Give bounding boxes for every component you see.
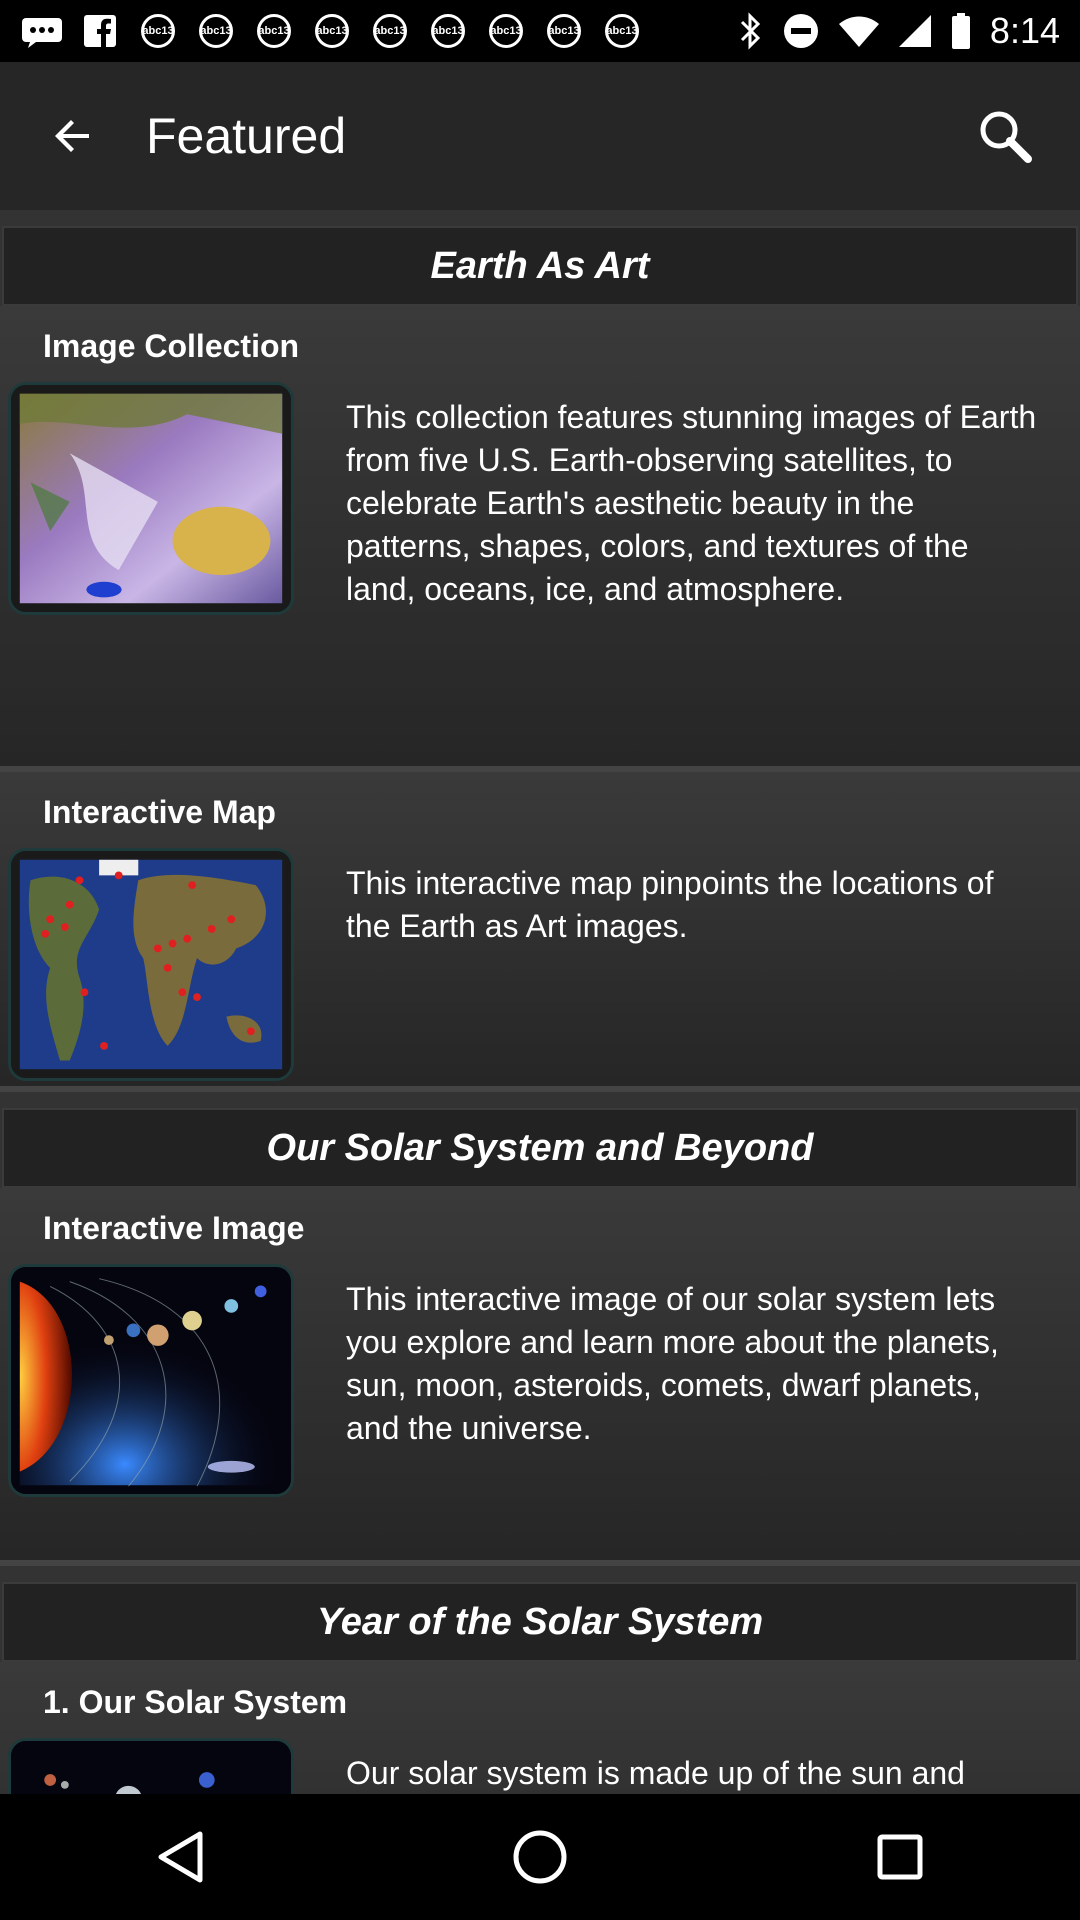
section-header-year-of-the-solar-system: Year of the Solar System <box>2 1582 1078 1662</box>
image-collection-thumbnail[interactable] <box>8 382 294 615</box>
battery-icon <box>951 13 970 49</box>
signal-icon <box>898 15 931 47</box>
navigation-bar <box>0 1794 1080 1920</box>
wifi-icon <box>838 16 879 47</box>
page-title: Featured <box>146 108 347 164</box>
section-header-earth-as-art: Earth As Art <box>2 226 1078 306</box>
abc13-icon: abc13 <box>368 14 412 48</box>
search-button[interactable] <box>930 62 1080 210</box>
section-header-solar-system-and-beyond: Our Solar System and Beyond <box>2 1108 1078 1188</box>
status-bar: abc13 abc13 abc13 abc13 abc13 abc13 abc1… <box>0 0 1080 62</box>
card-description: Our solar system is made up of the sun a… <box>346 1755 965 1791</box>
card-title: 1. Our Solar System <box>43 1684 348 1720</box>
card-our-solar-system[interactable]: 1. Our Solar System Our solar system is … <box>0 1662 1080 1794</box>
card-description: This interactive map pinpoints the locat… <box>346 865 994 944</box>
status-time: 8:14 <box>989 10 1060 51</box>
card-image-collection[interactable]: Image Collection This collection feature… <box>0 306 1080 772</box>
nav-back-button[interactable] <box>110 1794 250 1920</box>
nav-home-button[interactable] <box>470 1794 610 1920</box>
nav-recents-button[interactable] <box>830 1794 970 1920</box>
abc13-icon: abc13 <box>194 14 238 48</box>
facebook-icon <box>78 14 122 48</box>
abc13-icon: abc13 <box>426 14 470 48</box>
back-button[interactable] <box>0 62 146 210</box>
interactive-image-thumbnail[interactable] <box>8 1264 294 1497</box>
search-icon <box>980 111 1032 163</box>
card-title: Interactive Map <box>43 794 276 830</box>
message-icon <box>20 14 64 48</box>
abc13-icon: abc13 <box>136 14 180 48</box>
square-recents-icon <box>877 1834 923 1880</box>
abc13-icon: abc13 <box>600 14 644 48</box>
interactive-map-thumbnail[interactable] <box>8 848 294 1081</box>
arrow-left-icon <box>55 120 89 152</box>
notification-icons: abc13 abc13 abc13 abc13 abc13 abc13 abc1… <box>20 14 644 48</box>
bluetooth-icon <box>740 12 761 50</box>
abc13-icon: abc13 <box>484 14 528 48</box>
circle-home-icon <box>513 1830 567 1884</box>
do-not-disturb-icon <box>783 14 818 48</box>
card-title: Interactive Image <box>43 1210 305 1246</box>
card-interactive-image[interactable]: Interactive Image This interactive image… <box>0 1188 1080 1566</box>
card-interactive-map[interactable]: Interactive Map This interactive map pin… <box>0 772 1080 1092</box>
abc13-icon: abc13 <box>252 14 296 48</box>
card-title: Image Collection <box>43 328 300 364</box>
featured-list[interactable]: Earth As Art Image Collection This colle… <box>0 210 1080 1794</box>
our-solar-system-thumbnail[interactable] <box>8 1738 294 1794</box>
abc13-icon: abc13 <box>310 14 354 48</box>
triangle-back-icon <box>158 1831 203 1883</box>
app-bar: Featured <box>0 62 1080 210</box>
abc13-icon: abc13 <box>542 14 586 48</box>
card-description: This collection features stunning images… <box>346 399 1037 607</box>
card-description: This interactive image of our solar syst… <box>346 1281 999 1446</box>
